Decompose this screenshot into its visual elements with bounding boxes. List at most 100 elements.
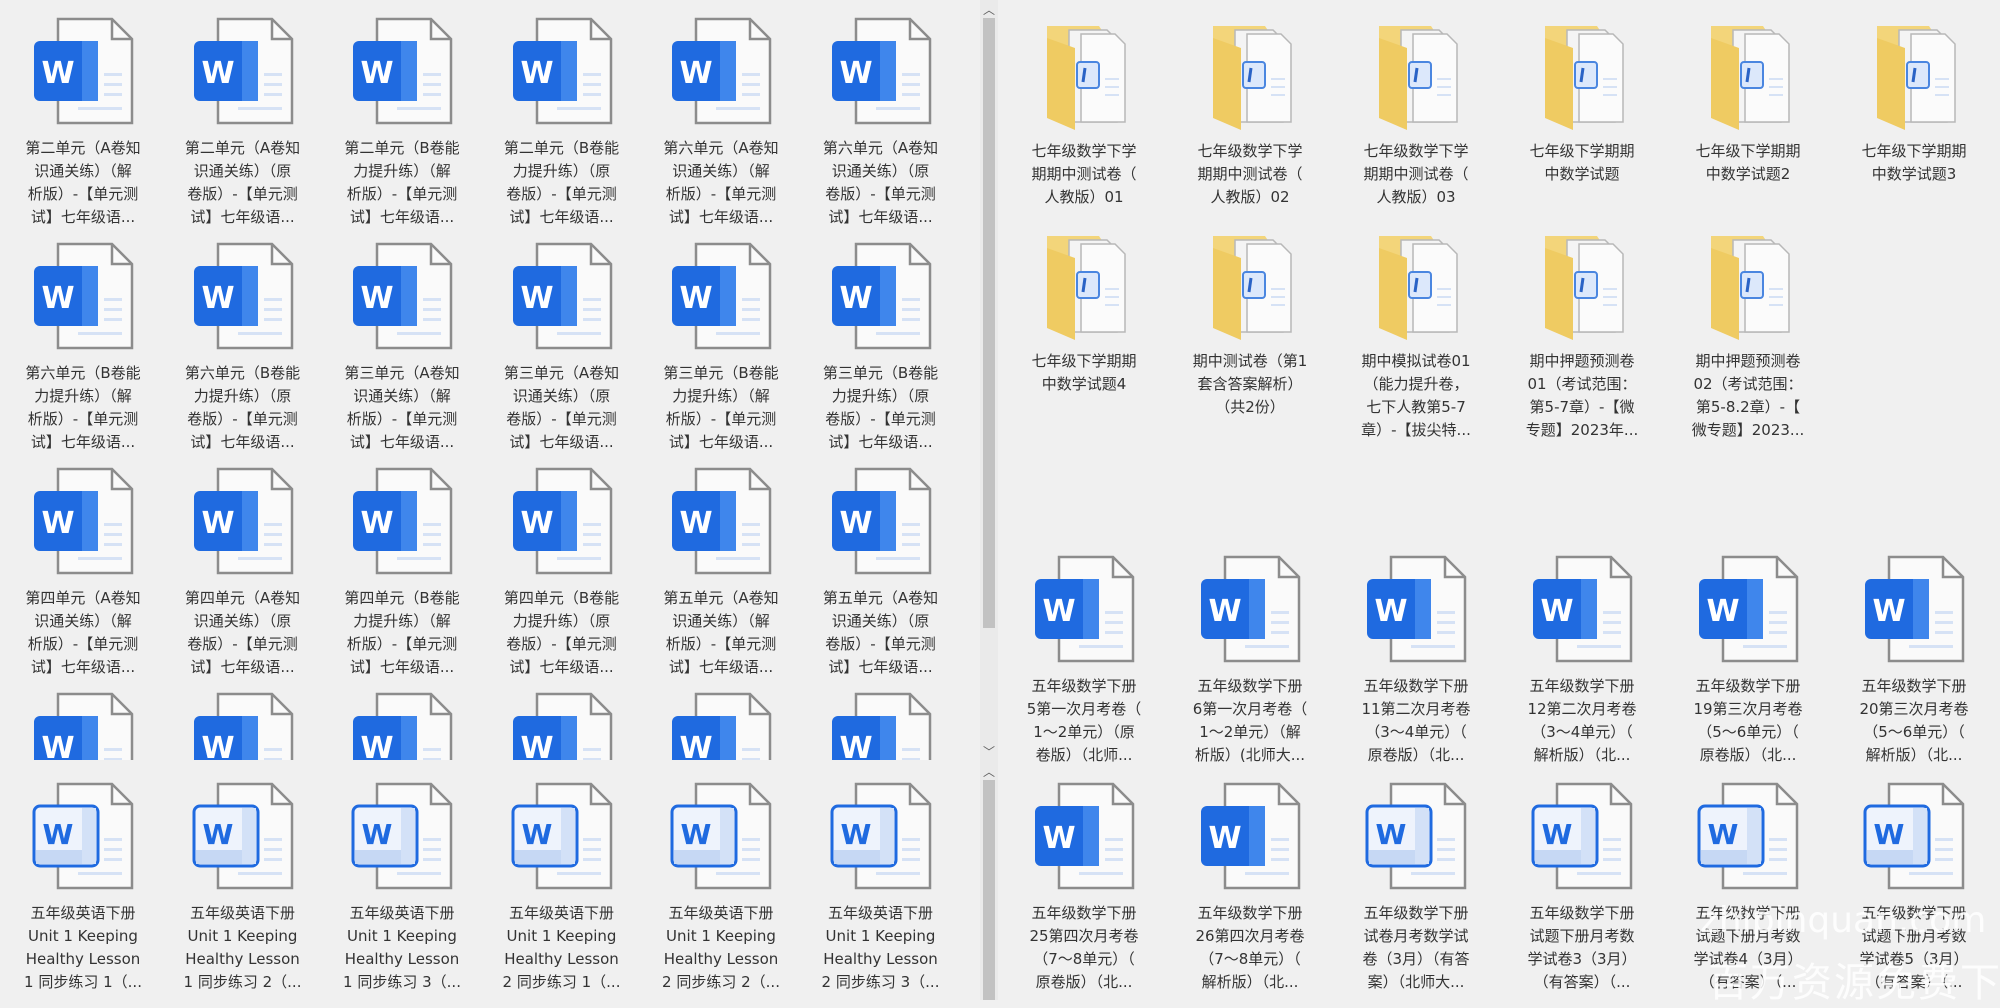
- svg-text:W: W: [839, 56, 872, 91]
- file-item[interactable]: W: [641, 690, 801, 760]
- folder-item[interactable]: 七年级下学期期 中数学试题2: [1668, 18, 1828, 186]
- folder-item[interactable]: 期中押题预测卷 02（考试范围： 第5-8.2章）-【 微专题】2023...: [1668, 228, 1828, 442]
- svg-text:W: W: [1042, 594, 1075, 629]
- scroll-up-arrow-icon[interactable]: ︿: [980, 764, 998, 780]
- svg-text:W: W: [360, 281, 393, 316]
- file-item[interactable]: W 第五单元（A卷知 识通关练）（原 卷版）-【单元测 试】七年级语...: [801, 465, 961, 679]
- file-item[interactable]: W 第三单元（A卷知 识通关练）（原 卷版）-【单元测 试】七年级语...: [482, 240, 642, 454]
- file-item[interactable]: W: [3, 690, 163, 760]
- word-document-icon: W: [353, 17, 453, 125]
- svg-text:W: W: [679, 281, 712, 316]
- file-item[interactable]: W 五年级数学下册 11第二次月考卷 （3～4单元）（ 原卷版）（北...: [1336, 553, 1496, 762]
- file-item[interactable]: W 第二单元（A卷知 识通关练）（解 析版）-【单元测 试】七年级语...: [3, 15, 163, 229]
- file-item[interactable]: W 第三单元（B卷能 力提升练）（原 卷版）-【单元测 试】七年级语...: [801, 240, 961, 454]
- folder-icon: [1379, 236, 1458, 340]
- file-item[interactable]: W 第四单元（B卷能 力提升练）（解 析版）-【单元测 试】七年级语...: [322, 465, 482, 679]
- file-item[interactable]: W 第六单元（A卷知 识通关练）（解 析版）-【单元测 试】七年级语...: [641, 15, 801, 229]
- file-name-label: 五年级英语下册 Unit 1 Keeping Healthy Lesson 2 …: [821, 904, 940, 991]
- file-item[interactable]: W 五年级英语下册 Unit 1 Keeping Healthy Lesson 1…: [163, 780, 323, 994]
- file-name-label: 第二单元（B卷能 力提升练）（解 析版）-【单元测 试】七年级语...: [344, 139, 460, 226]
- file-item[interactable]: W 五年级数学下册 26第四次月考卷 （7～8单元）（ 解析版）（北...: [1170, 780, 1330, 994]
- file-item[interactable]: W 第二单元（B卷能 力提升练）（原 卷版）-【单元测 试】七年级语...: [482, 15, 642, 229]
- file-item[interactable]: W 五年级数学下册 12第二次月考卷 （3～4单元）（ 解析版）（北...: [1502, 553, 1662, 762]
- word-document-icon: W: [830, 782, 931, 890]
- folder-item[interactable]: 期中模拟试卷01 （能力提升卷， 七下人教第5-7 章）-【拔尖特...: [1336, 228, 1496, 442]
- folder-icon: [1213, 236, 1292, 340]
- folder-item[interactable]: 七年级下学期期 中数学试题: [1502, 18, 1662, 186]
- folder-item[interactable]: 七年级下学期期 中数学试题3: [1834, 18, 1994, 186]
- file-item[interactable]: W 五年级英语下册 Unit 1 Keeping Healthy Lesson 1…: [3, 780, 163, 994]
- file-item[interactable]: W 第六单元（B卷能 力提升练）（解 析版）-【单元测 试】七年级语...: [3, 240, 163, 454]
- file-item[interactable]: W 第三单元（A卷知 识通关练）（解 析版）-【单元测 试】七年级语...: [322, 240, 482, 454]
- file-name-label: 第六单元（B卷能 力提升练）（原 卷版）-【单元测 试】七年级语...: [184, 364, 301, 451]
- file-item[interactable]: W 五年级英语下册 Unit 1 Keeping Healthy Lesson 1…: [322, 780, 482, 994]
- scrollbar-top-left[interactable]: ︿ ﹀: [980, 0, 998, 762]
- svg-text:W: W: [839, 506, 872, 541]
- file-item[interactable]: W 五年级数学下册 试题下册月考数 学试卷4（3月） （有答案）（...: [1668, 780, 1828, 994]
- word-document-icon: W: [1201, 782, 1301, 890]
- file-item[interactable]: W 第四单元（A卷知 识通关练）（解 析版）-【单元测 试】七年级语...: [3, 465, 163, 679]
- file-name-label: 五年级数学下册 26第四次月考卷 （7～8单元）（ 解析版）（北...: [1195, 904, 1305, 991]
- scroll-down-arrow-icon[interactable]: ﹀: [980, 744, 998, 760]
- file-item[interactable]: W 五年级数学下册 20第三次月考卷 （5～6单元）（ 解析版）（北...: [1834, 553, 1994, 762]
- file-item[interactable]: W 五年级数学下册 25第四次月考卷 （7～8单元）（ 原卷版）（北...: [1004, 780, 1164, 994]
- file-name-label: 五年级数学下册 11第二次月考卷 （3～4单元）（ 原卷版）（北...: [1361, 677, 1471, 762]
- word-document-icon: W: [672, 242, 772, 350]
- folder-item[interactable]: 期中测试卷（第1 套含答案解析） （共2份）: [1170, 228, 1330, 419]
- file-item[interactable]: W 第三单元（B卷能 力提升练）（解 析版）-【单元测 试】七年级语...: [641, 240, 801, 454]
- scroll-up-arrow-icon[interactable]: ︿: [980, 2, 998, 18]
- file-item[interactable]: W 五年级英语下册 Unit 1 Keeping Healthy Lesson 2…: [801, 780, 961, 994]
- file-item[interactable]: W: [163, 690, 323, 760]
- folder-icon: [1711, 236, 1790, 340]
- svg-text:W: W: [839, 281, 872, 316]
- file-item[interactable]: W 第四单元（B卷能 力提升练）（原 卷版）-【单元测 试】七年级语...: [482, 465, 642, 679]
- file-item[interactable]: W 第六单元（B卷能 力提升练）（原 卷版）-【单元测 试】七年级语...: [163, 240, 323, 454]
- word-document-icon: W: [1367, 555, 1467, 663]
- file-item[interactable]: W 五年级数学下册 试卷月考数学试 卷（3月）（有答 案）（北师大...: [1336, 780, 1496, 994]
- word-document-icon: W: [1365, 782, 1467, 890]
- svg-text:W: W: [840, 818, 871, 851]
- svg-text:W: W: [1208, 821, 1241, 856]
- word-document-icon: W: [1699, 555, 1799, 663]
- file-name-label: 七年级下学期期 中数学试题4: [1031, 352, 1137, 393]
- file-name-label: 第四单元（A卷知 识通关练）（解 析版）-【单元测 试】七年级语...: [25, 589, 141, 676]
- folder-item[interactable]: 七年级下学期期 中数学试题4: [1004, 228, 1164, 396]
- file-item[interactable]: W 五年级数学下册 6第一次月考卷（ 1～2单元）（解 析版）(北师大...: [1170, 553, 1330, 762]
- folder-item[interactable]: 期中押题预测卷 01（考试范围： 第5-7章）-【微 专题】2023年...: [1502, 228, 1662, 442]
- file-item[interactable]: W 第四单元（A卷知 识通关练）（原 卷版）-【单元测 试】七年级语...: [163, 465, 323, 679]
- svg-text:W: W: [202, 818, 233, 851]
- file-item[interactable]: W: [801, 690, 961, 760]
- file-item[interactable]: W 第六单元（A卷知 识通关练）（原 卷版）-【单元测 试】七年级语...: [801, 15, 961, 229]
- folder-item[interactable]: 七年级数学下学 期期中测试卷（ 人教版）01: [1004, 18, 1164, 209]
- file-item[interactable]: W 五年级英语下册 Unit 1 Keeping Healthy Lesson 2…: [482, 780, 642, 994]
- folder-item[interactable]: 七年级数学下学 期期中测试卷（ 人教版）02: [1170, 18, 1330, 209]
- folder-item[interactable]: 七年级数学下学 期期中测试卷（ 人教版）03: [1336, 18, 1496, 209]
- svg-text:W: W: [41, 506, 74, 541]
- scrollbar-thumb[interactable]: [983, 780, 995, 1000]
- word-document-icon: W: [34, 17, 134, 125]
- file-item[interactable]: W 五年级数学下册 试题下册月考数 学试卷5（3月） （有答案）（...: [1834, 780, 1994, 994]
- file-item[interactable]: W: [482, 690, 642, 760]
- scrollbar-bottom-left[interactable]: ︿: [980, 762, 998, 1000]
- scrollbar-thumb[interactable]: [983, 18, 995, 628]
- svg-text:W: W: [679, 731, 712, 760]
- file-panel-bottom-right: W 五年级数学下册 25第四次月考卷 （7～8单元）（ 原卷版）（北... W 五年级…: [998, 762, 2000, 1000]
- word-document-icon: W: [512, 242, 612, 350]
- svg-text:W: W: [201, 731, 234, 760]
- word-document-icon: W: [672, 17, 772, 125]
- file-item[interactable]: W 五年级数学下册 5第一次月考卷（ 1～2单元）（原 卷版）（北师...: [1004, 553, 1164, 762]
- file-item[interactable]: W 五年级数学下册 19第三次月考卷 （5～6单元）（ 原卷版）（北...: [1668, 553, 1828, 762]
- svg-text:W: W: [1540, 594, 1573, 629]
- svg-text:W: W: [1208, 594, 1241, 629]
- file-name-label: 五年级数学下册 试题下册月考数 学试卷3（3月） （有答案）（...: [1527, 904, 1637, 991]
- svg-text:W: W: [1542, 818, 1573, 851]
- file-item[interactable]: W 五年级英语下册 Unit 1 Keeping Healthy Lesson 2…: [641, 780, 801, 994]
- file-item[interactable]: W: [322, 690, 482, 760]
- file-item[interactable]: W 第二单元（A卷知 识通关练）（原 卷版）-【单元测 试】七年级语...: [163, 15, 323, 229]
- file-item[interactable]: W 第五单元（A卷知 识通关练）（解 析版）-【单元测 试】七年级语...: [641, 465, 801, 679]
- word-document-icon: W: [34, 467, 134, 575]
- file-item[interactable]: W 五年级数学下册 试题下册月考数 学试卷3（3月） （有答案）（...: [1502, 780, 1662, 994]
- word-document-icon: W: [193, 692, 293, 760]
- file-name-label: 第三单元（A卷知 识通关练）（原 卷版）-【单元测 试】七年级语...: [503, 364, 620, 451]
- file-item[interactable]: W 第二单元（B卷能 力提升练）（解 析版）-【单元测 试】七年级语...: [322, 15, 482, 229]
